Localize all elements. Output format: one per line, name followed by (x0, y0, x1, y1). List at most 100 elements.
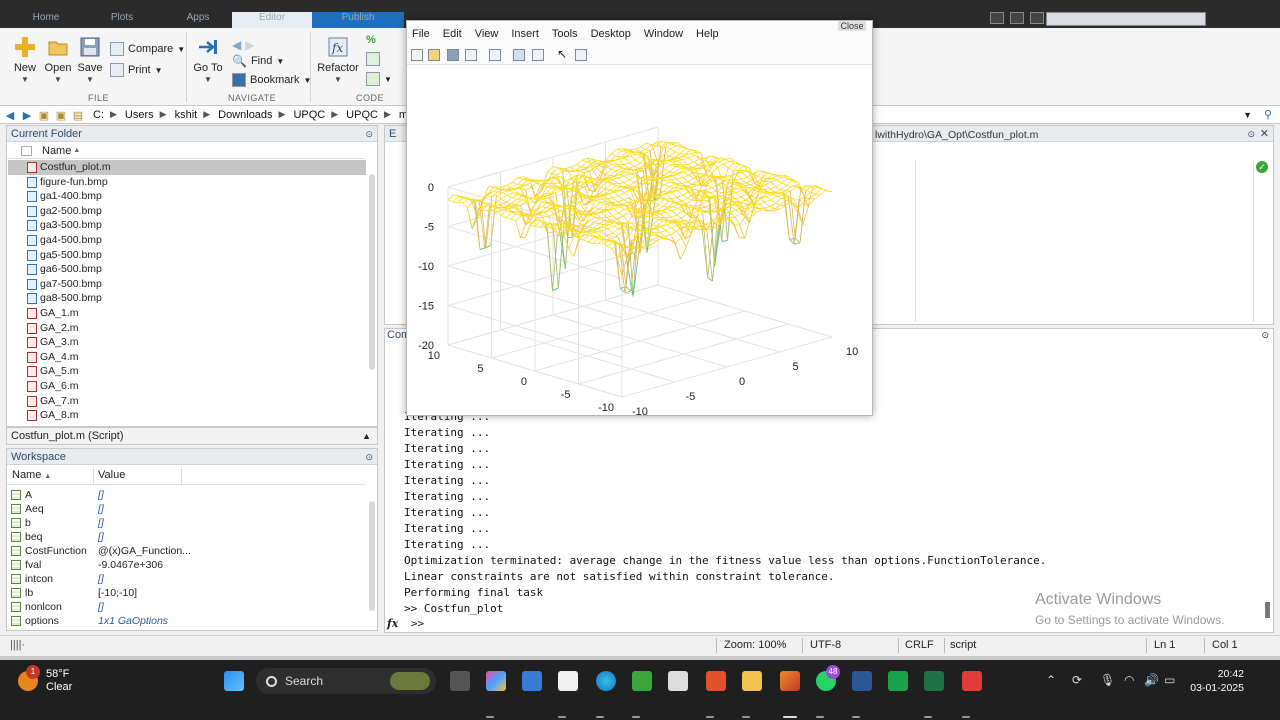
task-view-icon[interactable] (450, 671, 470, 691)
back-arrow-icon[interactable]: ◀ (232, 38, 241, 52)
figure-menu-file[interactable]: File (412, 28, 430, 40)
workspace-variable-row[interactable]: A [] (7, 488, 367, 502)
word-icon[interactable] (852, 671, 872, 691)
file-list-item[interactable]: GA_1.m (8, 306, 366, 321)
figure-menu-help[interactable]: Help (696, 28, 719, 40)
figure-menu-view[interactable]: View (475, 28, 499, 40)
crumb-kshit[interactable]: kshit (175, 109, 198, 121)
print-icon[interactable] (465, 49, 477, 61)
workspace-variable-row[interactable]: CostFunction @(x)GA_Function... (7, 544, 367, 558)
workspace-column-header[interactable]: Name ▲ Value (7, 467, 365, 485)
file-list-item[interactable]: GA_3.m (8, 335, 366, 350)
link-plot-icon[interactable] (489, 49, 501, 61)
chevron-up-icon[interactable]: ⌃ (1046, 673, 1056, 687)
surface-plot[interactable]: 0-5-10-15-201050-5-10 -10-50510 (407, 67, 872, 415)
workspace-variable-row[interactable]: lb [-10;-10] (7, 586, 367, 600)
workspace-variable-row[interactable]: options 1x1 GaOptions (7, 614, 367, 628)
file-list-item[interactable]: GA_5.m (8, 364, 366, 379)
file-list-item[interactable]: GA_7.m (8, 394, 366, 409)
percent-button[interactable]: % (366, 34, 376, 46)
windows-start-icon[interactable] (224, 671, 244, 691)
save-button[interactable]: Save ▼ (76, 36, 104, 84)
battery-icon[interactable]: ▭ (1164, 673, 1175, 687)
camtasia-icon[interactable] (888, 671, 908, 691)
forward-arrow-icon[interactable]: ▶ (245, 38, 254, 52)
store-icon[interactable] (558, 671, 578, 691)
copilot-icon[interactable] (486, 671, 506, 691)
file-type[interactable]: script (950, 639, 976, 651)
zoom-level[interactable]: Zoom: 100% (724, 639, 786, 651)
workspace-variable-row[interactable]: fval -9.0467e+306 (7, 558, 367, 572)
file-list-item[interactable]: ga1-400.bmp (8, 189, 366, 204)
edge-icon[interactable] (596, 671, 616, 691)
documentation-search[interactable] (1046, 12, 1206, 26)
workspace-variable-row[interactable]: intcon [] (7, 572, 367, 586)
toolbar-icon[interactable] (990, 12, 1004, 24)
figure-menu-desktop[interactable]: Desktop (591, 28, 631, 40)
toolbar-icon[interactable] (1030, 12, 1044, 24)
recorder-icon[interactable] (962, 671, 982, 691)
function-browser-icon[interactable]: fx (387, 617, 398, 630)
file-list-item[interactable]: ga7-500.bmp (8, 277, 366, 292)
snipping-tool-icon[interactable] (668, 671, 688, 691)
vertical-scrollbar[interactable] (369, 501, 375, 611)
file-list-item[interactable]: Costfun_plot.m (8, 160, 366, 175)
legend-icon[interactable] (532, 49, 544, 61)
find-button[interactable]: 🔍 Find ▼ (232, 54, 284, 68)
back-arrow-icon[interactable]: ◀ (3, 109, 17, 122)
volume-icon[interactable]: 🔊 (1144, 673, 1159, 687)
file-list-item[interactable]: ga5-500.bmp (8, 248, 366, 263)
cursor-icon[interactable]: ↖ (557, 47, 567, 61)
file-list-item[interactable]: ga4-500.bmp (8, 233, 366, 248)
name-col[interactable]: Name ▲ (12, 469, 51, 481)
workspace-variable-row[interactable]: beq [] (7, 530, 367, 544)
excel-icon[interactable] (924, 671, 944, 691)
brave-icon[interactable] (706, 671, 726, 691)
toolbar-icon[interactable] (1010, 12, 1024, 24)
close-icon[interactable]: ✕ (1260, 126, 1269, 142)
wifi-icon[interactable]: ◠ (1124, 673, 1134, 687)
line-ending[interactable]: CRLF (905, 639, 934, 651)
value-column-label[interactable]: Value (98, 469, 125, 481)
panel-menu-icon[interactable]: ⊙ (365, 126, 373, 142)
goto-button[interactable]: Go To ▼ (192, 36, 224, 84)
folder-column-header[interactable]: Name ▲ (7, 143, 365, 159)
compare-button[interactable]: Compare ▼ (110, 42, 185, 56)
close-button[interactable]: Close (832, 21, 872, 33)
whatsapp-icon[interactable]: 48 (816, 665, 840, 691)
figure-menu-edit[interactable]: Edit (443, 28, 462, 40)
save-icon[interactable] (447, 49, 459, 61)
file-list-item[interactable]: figure-fun.bmp (8, 175, 366, 190)
new-figure-icon[interactable] (411, 49, 423, 61)
file-list-item[interactable]: ga8-500.bmp (8, 291, 366, 306)
search-icon[interactable]: ⚲ (1264, 108, 1272, 121)
vertical-scrollbar[interactable] (1265, 602, 1270, 618)
bookmark-button[interactable]: Bookmark ▼ (232, 73, 311, 87)
panel-menu-icon[interactable]: ⊙ (1247, 126, 1255, 142)
sync-icon[interactable]: ⟳ (1072, 673, 1082, 687)
back-forward-arrows[interactable]: ◀ ▶ (232, 38, 254, 52)
microphone-icon[interactable]: 🎙 (1100, 673, 1115, 687)
photos-icon[interactable] (522, 671, 542, 691)
crumb-upqc-1[interactable]: UPQC (293, 109, 325, 121)
open-button[interactable]: Open ▼ (43, 36, 73, 84)
panel-menu-icon[interactable]: ⊙ (365, 449, 373, 465)
new-button[interactable]: New ▼ (10, 36, 40, 84)
sheets-icon[interactable] (632, 671, 652, 691)
file-list-item[interactable]: ga2-500.bmp (8, 204, 366, 219)
print-button[interactable]: Print ▼ (110, 63, 163, 77)
figure-window[interactable]: File Edit View Insert Tools Desktop Window Help… (406, 20, 873, 416)
editor-tab-label[interactable]: E (389, 128, 396, 140)
crumb-drive[interactable]: C: (93, 109, 104, 121)
encoding[interactable]: UTF-8 (810, 639, 841, 651)
chevron-down-icon[interactable]: ▼ (1243, 110, 1252, 120)
chevron-up-icon[interactable]: ▲ (362, 428, 371, 444)
command-prompt[interactable]: fx >> (387, 617, 424, 630)
forward-arrow-icon[interactable]: ▶ (20, 109, 34, 122)
file-list-item[interactable]: ga6-500.bmp (8, 262, 366, 277)
figure-menu-tools[interactable]: Tools (552, 28, 578, 40)
matlab-icon[interactable] (780, 671, 800, 691)
refactor-button[interactable]: fx Refactor ▼ (316, 36, 360, 84)
file-list-item[interactable]: GA_6.m (8, 379, 366, 394)
weather-widget[interactable]: 1 58°F Clear (18, 665, 72, 694)
